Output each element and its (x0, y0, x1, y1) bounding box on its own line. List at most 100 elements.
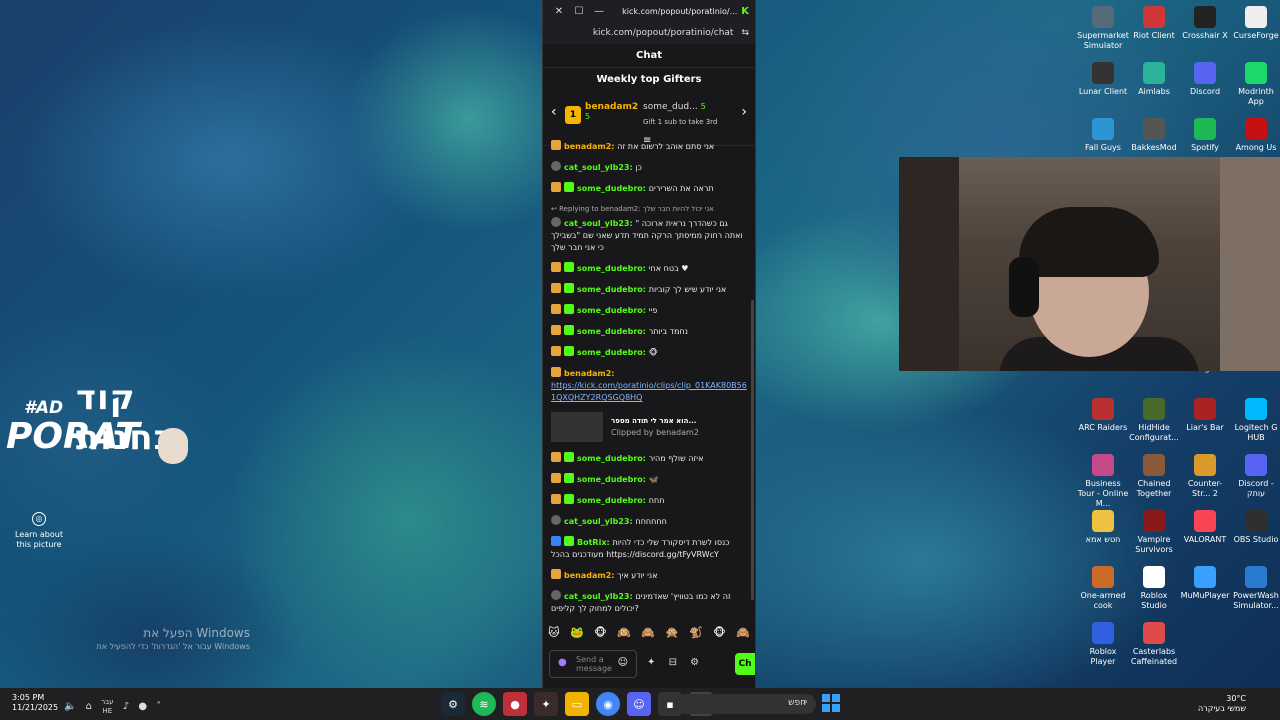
chat-message[interactable]: some_dudebro: 🦋 (551, 473, 747, 486)
reply-context[interactable]: ↩ Replying to benadam2: אני יכול להיות ח… (551, 203, 747, 215)
site-settings-icon[interactable]: ⇆ (741, 28, 749, 38)
chat-message[interactable]: benadam2: https://kick.com/poratinio/cli… (551, 367, 747, 404)
desktop-icon[interactable]: Roblox Studio (1128, 566, 1180, 611)
chat-message[interactable]: benadam2: אני סתם אוהב לרשום את זה (551, 140, 747, 153)
desktop-icon[interactable]: HidHide Configurat... (1128, 398, 1180, 443)
gear-icon[interactable]: ⚙ (690, 657, 699, 668)
emote-icon[interactable]: 🙈 (641, 626, 655, 644)
chat-username[interactable]: some_dudebro: (577, 184, 649, 193)
chat-message[interactable]: some_dudebro: בטח אחי ♥ (551, 262, 747, 275)
steam-icon[interactable]: ⚙ (441, 692, 465, 716)
desktop-icon[interactable]: Roblox Player (1077, 622, 1129, 667)
desktop-icon[interactable]: VALORANT (1179, 510, 1231, 545)
chat-username[interactable]: some_dudebro: (577, 496, 649, 505)
emote-icon[interactable]: 🙈 (736, 626, 750, 644)
chat-username[interactable]: some_dudebro: (577, 475, 649, 484)
chat-scrollbar[interactable] (751, 300, 754, 600)
desktop-icon[interactable]: Vampire Survivors (1128, 510, 1180, 555)
desktop-icon[interactable]: PowerWash Simulator... (1230, 566, 1280, 611)
desktop-icon[interactable]: CurseForge (1230, 6, 1280, 41)
desktop-icon[interactable]: BakkesMod (1128, 118, 1180, 153)
emote-icon[interactable]: 🙊 (665, 626, 679, 644)
chat-username[interactable]: some_dudebro: (577, 285, 649, 294)
learn-about-picture[interactable]: ◎ Learn about this picture (14, 512, 64, 550)
chat-message[interactable]: cat_soul_ylb23: חחחחחח (551, 515, 747, 528)
clip-link[interactable]: https://kick.com/poratinio/clips/clip_01… (551, 381, 747, 402)
chat-username[interactable]: some_dudebro: (577, 348, 649, 357)
desktop-icon[interactable]: Crosshair X (1179, 6, 1231, 41)
chevron-right-icon[interactable]: › (741, 104, 747, 120)
chat-message[interactable]: cat_soul_ylb23: זה לא כמו בטוויץ' שאדמינ… (551, 590, 747, 615)
chat-username[interactable]: cat_soul_ylb23: (564, 517, 635, 526)
desktop-icon[interactable]: Discord (1179, 62, 1231, 97)
desktop-icon[interactable]: Logitech G HUB (1230, 398, 1280, 443)
record-tray-icon[interactable]: ● (138, 701, 147, 712)
chevron-left-icon[interactable]: ‹ (551, 104, 557, 120)
mic-tray-icon[interactable]: ♪ (123, 701, 129, 712)
chat-username[interactable]: some_dudebro: (577, 327, 649, 336)
desktop-icon[interactable]: Counter-Str... 2 (1179, 454, 1231, 499)
top-gifter-1[interactable]: 1 benadam2 5 (565, 102, 638, 124)
emote-icon[interactable]: 🐱 (548, 626, 559, 644)
riot-icon[interactable]: ✦ (534, 692, 558, 716)
desktop-icon[interactable]: חטש אמא (1077, 510, 1129, 545)
chat-message[interactable]: some_dudebro: אני יודע שיש לך קוביות (551, 283, 747, 296)
minimize-icon[interactable]: — (589, 6, 609, 17)
chat-message[interactable]: cat_soul_ylb23: כן (551, 161, 747, 174)
spotify-icon[interactable]: ≋ (472, 692, 496, 716)
send-button[interactable]: Ch (735, 653, 755, 675)
chat-username[interactable]: some_dudebro: (577, 454, 649, 463)
weather-widget[interactable]: 30°C שמשי בעיקרה (1198, 694, 1246, 714)
emote-icon[interactable]: 🐵 (713, 626, 726, 644)
desktop-icon[interactable]: ARC Raiders (1077, 398, 1129, 433)
mic-icon[interactable]: ● (558, 657, 567, 668)
windows-start-icon[interactable] (822, 694, 840, 712)
taskbar-search[interactable]: חפש ⌕ (676, 694, 816, 714)
discord-icon[interactable]: ☺ (627, 692, 651, 716)
desktop-icon[interactable]: Spotify (1179, 118, 1231, 153)
desktop-icon[interactable]: OBS Studio (1230, 510, 1280, 545)
desktop-icon[interactable]: Casterlabs Caffeinated (1128, 622, 1180, 667)
chat-message[interactable]: some_dudebro: פיי (551, 304, 747, 317)
chat-username[interactable]: benadam2: (564, 571, 617, 580)
chat-username[interactable]: benadam2: (564, 369, 614, 378)
chat-username[interactable]: some_dudebro: (577, 264, 649, 273)
emote-icon[interactable]: 🐒 (689, 626, 703, 644)
desktop-icon[interactable]: Among Us (1230, 118, 1280, 153)
desktop-icon[interactable]: Liar's Bar (1179, 398, 1231, 433)
lock-icon[interactable]: ⊟ (669, 657, 677, 668)
chat-username[interactable]: cat_soul_ylb23: (564, 592, 635, 601)
chat-username[interactable]: BotRix: (577, 538, 612, 547)
recording-app-icon[interactable]: ● (503, 692, 527, 716)
folder-icon[interactable]: ▭ (565, 692, 589, 716)
chat-message[interactable]: ↩ Replying to benadam2: אני יכול להיות ח… (551, 203, 747, 254)
chat-username[interactable]: cat_soul_ylb23: (564, 219, 635, 228)
close-icon[interactable]: ✕ (549, 6, 569, 17)
emote-icon[interactable]: 🙉 (617, 626, 631, 644)
maximize-icon[interactable]: ☐ (569, 6, 589, 17)
language-indicator[interactable]: עבר HE (101, 698, 113, 716)
volume-icon[interactable]: 🔈 (64, 701, 76, 712)
chat-message[interactable]: some_dudebro: איזה שולף מהיר (551, 452, 747, 465)
desktop-icon[interactable]: Supermarket Simulator (1077, 6, 1129, 51)
desktop-icon[interactable]: Lunar Client (1077, 62, 1129, 97)
chat-message[interactable]: some_dudebro: תראה את השרירים (551, 182, 747, 195)
chat-message[interactable]: benadam2: אני יודע איך (551, 569, 747, 582)
chat-username[interactable]: benadam2: (564, 142, 617, 151)
clip-preview[interactable]: הוא אמר לי תודה מספר... Clipped by benada… (551, 412, 747, 442)
desktop-icon[interactable]: Chained Together (1128, 454, 1180, 499)
chevron-up-icon[interactable]: ˄ (156, 701, 161, 712)
desktop-icon[interactable]: Modrinth App (1230, 62, 1280, 107)
top-gifter-2[interactable]: some_dud... 5 Gift 1 sub to take 3rd (643, 102, 717, 126)
chat-message[interactable]: some_dudebro: 🐵 (551, 346, 747, 359)
chrome-icon[interactable]: ◉ (596, 692, 620, 716)
chat-input[interactable]: ● Send a message ☺ (549, 650, 637, 678)
desktop-icon[interactable]: Fall Guys (1077, 118, 1129, 153)
chat-message[interactable]: some_dudebro: נחמד ביותר (551, 325, 747, 338)
desktop-icon[interactable]: One-armed cook (1077, 566, 1129, 611)
desktop-icon[interactable]: Riot Client (1128, 6, 1180, 41)
chat-message[interactable]: some_dudebro: חחח (551, 494, 747, 507)
desktop-icon[interactable]: Discord - עותק (1230, 454, 1280, 499)
desktop-icon[interactable]: MuMuPlayer (1179, 566, 1231, 601)
address-bar[interactable]: kick.com/popout/poratinio/chat ⇆ (543, 22, 755, 44)
